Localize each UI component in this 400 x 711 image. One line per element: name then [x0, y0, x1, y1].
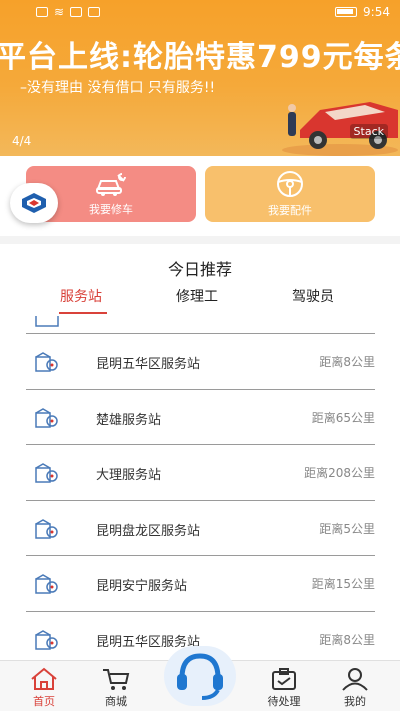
- steering-wheel-icon: [277, 171, 303, 197]
- station-distance: 距离5公里: [319, 521, 375, 536]
- nav-shop[interactable]: 商城: [86, 667, 146, 709]
- recommend-title: 今日推荐: [167, 260, 232, 279]
- floating-app-logo[interactable]: [10, 183, 58, 223]
- station-list[interactable]: 昆明五华区服务站 距离8公里 楚雄服务站 距离65公里 大理服务站 距离208公…: [26, 316, 375, 667]
- station-icon: [35, 629, 58, 650]
- promo-banner[interactable]: ≋ 9:54 平台上线:轮胎特惠799元每条 –没有理由 没有借口 只有服务!!…: [0, 0, 400, 156]
- repair-car-label: 我要修车: [89, 203, 133, 216]
- headset-icon: [177, 653, 223, 700]
- banner-page-indicator: 4/4: [12, 134, 32, 148]
- tab-service-station[interactable]: 服务站: [60, 286, 102, 306]
- banner-subtitle: –没有理由 没有借口 只有服务!!: [20, 80, 216, 96]
- banner-title: 平台上线:轮胎特惠799元每条: [0, 40, 400, 75]
- home-icon: [31, 667, 57, 690]
- nav-home[interactable]: 首页: [14, 667, 74, 709]
- station-name: 昆明五华区服务站: [96, 357, 201, 372]
- cart-icon: [103, 669, 130, 690]
- station-icon: [35, 407, 58, 428]
- list-item[interactable]: 昆明五华区服务站 距离8公里: [26, 334, 375, 390]
- todo-icon: [272, 668, 296, 690]
- quick-actions: 我要修车 我要配件: [0, 156, 400, 236]
- status-bar: ≋ 9:54: [0, 0, 400, 24]
- list-item[interactable]: 昆明盘龙区服务站 距离5公里: [26, 501, 375, 556]
- active-tab-indicator: [59, 312, 107, 314]
- list-item[interactable]: 昆明安宁服务站 距离15公里: [26, 556, 375, 612]
- recommend-section: 今日推荐 服务站 修理工 驾驶员 昆明五华区服务站 距离8公里 楚雄服务站 距离…: [0, 236, 400, 667]
- station-name: 昆明盘龙区服务站: [96, 523, 201, 539]
- nav-profile[interactable]: 我的: [325, 667, 385, 709]
- car-repair-illustration: [282, 102, 398, 156]
- logo-icon: [22, 193, 46, 213]
- station-name: 大理服务站: [96, 468, 162, 483]
- station-distance: 距离8公里: [319, 355, 375, 369]
- station-icon: [35, 518, 58, 539]
- status-icons: ≋: [36, 5, 101, 19]
- car-repair-icon: [96, 173, 126, 196]
- nav-shop-label: 商城: [105, 695, 127, 708]
- mail-icon: [88, 7, 101, 17]
- tab-driver[interactable]: 驾驶员: [292, 286, 334, 306]
- battery-icon: [335, 7, 358, 17]
- parts-button[interactable]: 我要配件: [205, 166, 375, 222]
- recommend-tabs: 服务站 修理工 驾驶员: [0, 286, 400, 316]
- station-distance: 距离15公里: [311, 577, 375, 591]
- station-name: 昆明安宁服务站: [96, 579, 188, 594]
- station-icon: [35, 463, 58, 483]
- station-icon: [35, 352, 58, 372]
- nav-todo-label: 待处理: [267, 695, 301, 708]
- wifi-icon: ≋: [54, 5, 65, 19]
- list-item[interactable]: 大理服务站 距离208公里: [26, 445, 375, 501]
- notification-icon: [70, 7, 83, 17]
- nav-profile-label: 我的: [344, 695, 366, 708]
- user-icon: [342, 668, 368, 691]
- station-distance: 距离8公里: [319, 632, 375, 647]
- station-distance: 距离208公里: [304, 466, 375, 480]
- nav-todo[interactable]: 待处理: [254, 667, 314, 709]
- list-item[interactable]: 楚雄服务站 距离65公里: [26, 390, 375, 445]
- tab-mechanic[interactable]: 修理工: [176, 286, 218, 306]
- station-name: 楚雄服务站: [96, 412, 162, 428]
- nav-home-label: 首页: [33, 695, 55, 708]
- customer-service-button[interactable]: [164, 646, 236, 706]
- sim-icon: [36, 7, 48, 17]
- parts-label: 我要配件: [268, 204, 312, 217]
- station-icon: [35, 574, 58, 594]
- station-icon: [35, 316, 59, 327]
- station-distance: 距离65公里: [311, 410, 375, 425]
- list-item[interactable]: [26, 316, 375, 334]
- status-time: 9:54: [363, 5, 390, 19]
- banner-badge: Stack: [349, 124, 388, 139]
